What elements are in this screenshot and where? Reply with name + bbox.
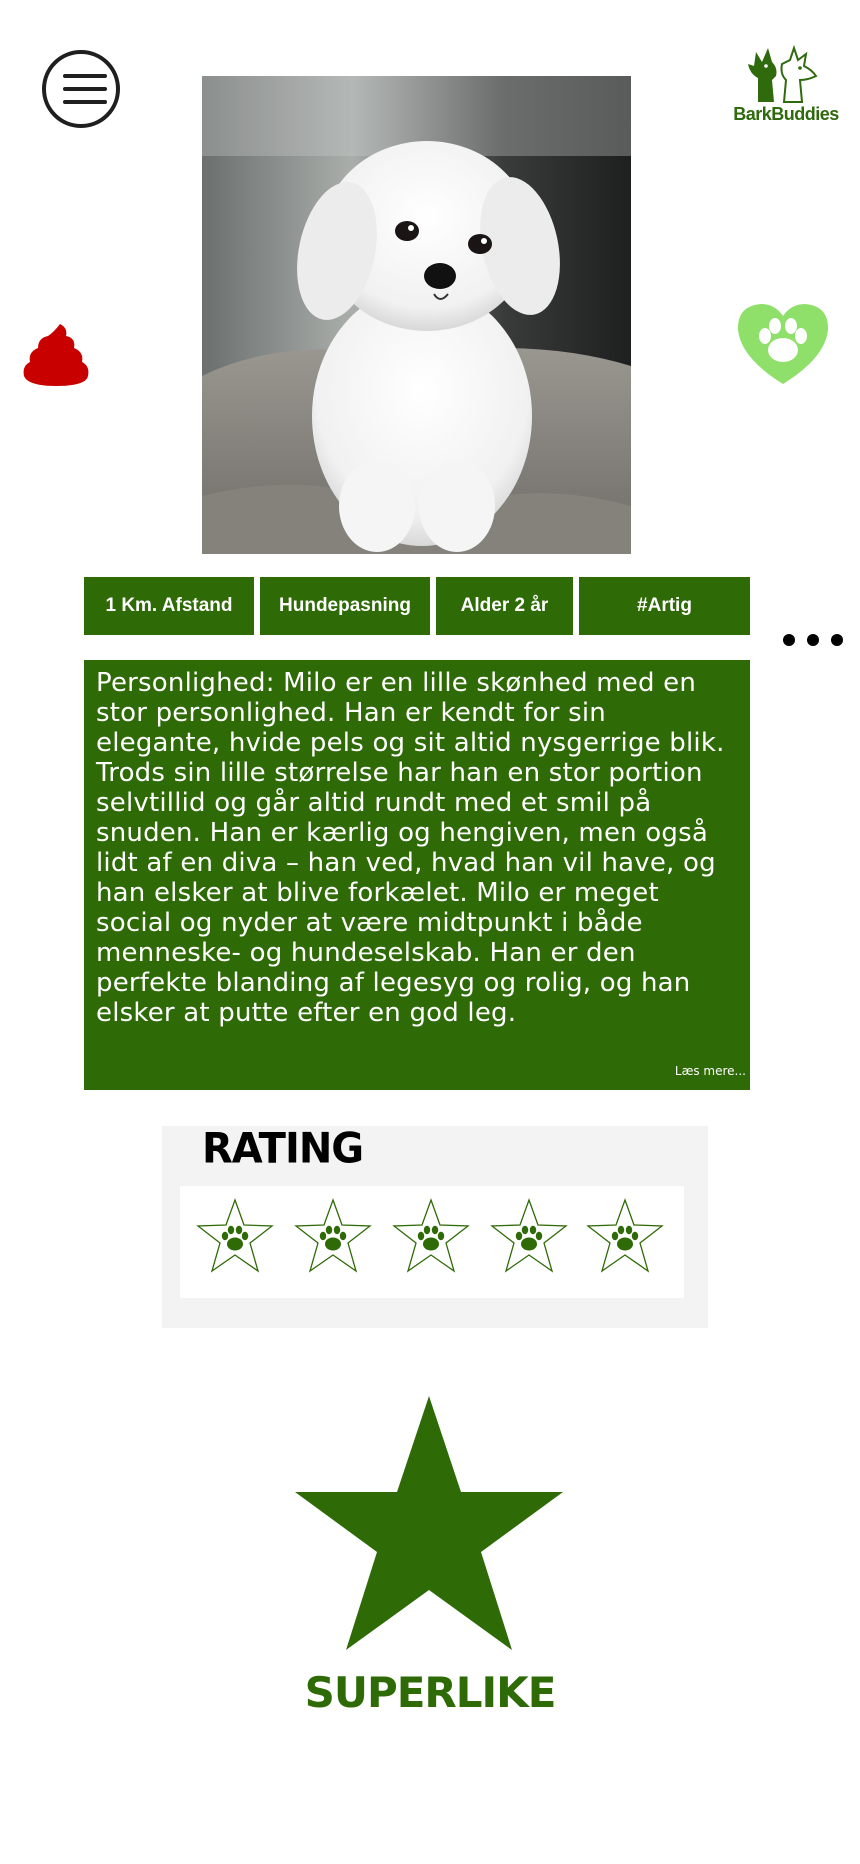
hamburger-menu-icon	[63, 74, 107, 78]
tag-label: Hundepasning	[279, 595, 411, 616]
rating-star-2[interactable]	[294, 1198, 372, 1274]
tag-service[interactable]: Hundepasning	[260, 577, 430, 635]
like-button[interactable]	[735, 300, 831, 386]
menu-button[interactable]	[42, 50, 120, 128]
rating-star-4[interactable]	[490, 1198, 568, 1274]
ellipsis-dot	[831, 634, 843, 646]
barkbuddies-logo[interactable]: BarkBuddies	[728, 40, 844, 130]
dislike-button[interactable]	[20, 318, 92, 390]
rating-star-5[interactable]	[586, 1198, 664, 1274]
paw-star-icon	[392, 1198, 470, 1273]
read-more-link[interactable]: Læs mere...	[675, 1064, 746, 1078]
paw-star-icon	[196, 1198, 274, 1273]
tag-hashtag[interactable]: #Artig	[579, 577, 750, 635]
ellipsis-dot	[807, 634, 819, 646]
heart-paw-icon	[737, 304, 829, 384]
rating-title: RATING	[202, 1124, 364, 1174]
paw-star-icon	[586, 1198, 664, 1273]
dog-logo-icon	[748, 44, 818, 103]
tag-label: Alder 2 år	[460, 595, 549, 616]
paw-star-icon	[490, 1198, 568, 1273]
hamburger-bar	[63, 87, 107, 91]
star-icon	[295, 1396, 563, 1650]
rating-star-3[interactable]	[392, 1198, 470, 1274]
superlike-label[interactable]: SUPERLIKE	[230, 1668, 630, 1717]
tag-distance[interactable]: 1 Km. Afstand	[84, 577, 254, 635]
paw-star-icon	[294, 1198, 372, 1273]
hamburger-bar	[63, 100, 107, 104]
logo-text: BarkBuddies	[733, 104, 839, 124]
tag-label: 1 Km. Afstand	[105, 595, 233, 616]
more-options-button[interactable]	[783, 630, 847, 650]
tag-label: #Artig	[637, 595, 692, 616]
ellipsis-dot	[783, 634, 795, 646]
tag-age[interactable]: Alder 2 år	[436, 577, 573, 635]
superlike-button[interactable]	[293, 1394, 565, 1656]
dog-photo-image	[202, 76, 631, 554]
description-text: Personlighed: Milo er en lille skønhed m…	[96, 668, 725, 1028]
poop-icon	[23, 324, 89, 386]
dog-photo[interactable]	[202, 76, 631, 554]
rating-stars	[180, 1186, 684, 1298]
personality-description: Personlighed: Milo er en lille skønhed m…	[84, 660, 750, 1090]
rating-star-1[interactable]	[196, 1198, 274, 1274]
rating-panel: RATING	[162, 1124, 708, 1328]
